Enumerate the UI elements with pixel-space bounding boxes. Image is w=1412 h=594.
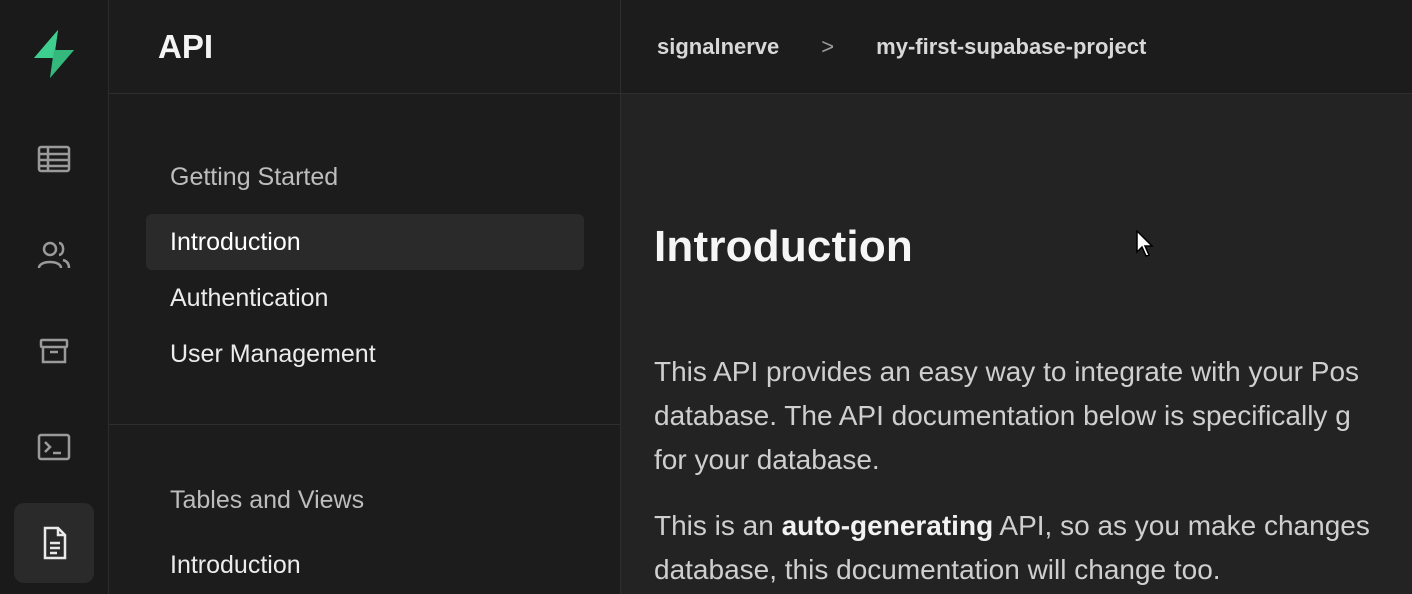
breadcrumb: signalnerve > my-first-supabase-project [621,0,1412,94]
intro-line-2: database. The API documentation below is… [654,400,1351,431]
supabase-logo-icon[interactable] [28,28,80,80]
para2-prefix: This is an [654,510,782,541]
auto-generating-paragraph: This is an auto-generating API, so as yo… [654,504,1412,592]
para2-bold: auto-generating [781,510,994,541]
menu-header: API [109,0,620,94]
mouse-cursor-icon [1136,230,1154,257]
group-title-tables-and-views: Tables and Views [170,486,365,514]
rail-storage-button[interactable] [14,311,94,391]
table-icon [37,145,71,173]
rail-table-editor-button[interactable] [14,119,94,199]
para2-line-2: database, this documentation will change… [654,554,1221,585]
menu-divider [109,424,620,425]
users-icon [37,241,71,269]
page-title: Introduction [654,222,914,271]
breadcrumb-project[interactable]: my-first-supabase-project [876,34,1146,60]
intro-paragraph: This API provides an easy way to integra… [654,350,1412,482]
breadcrumb-org[interactable]: signalnerve [657,34,779,60]
icon-rail [0,0,109,594]
para2-suffix: API, so as you make changes [993,510,1370,541]
chevron-right-icon: > [821,33,835,59]
menu-item-authentication[interactable]: Authentication [146,270,584,326]
rail-api-docs-button[interactable] [14,503,94,583]
intro-line-3: for your database. [654,444,880,475]
rail-sql-editor-button[interactable] [14,407,94,487]
main-content-area: signalnerve > my-first-supabase-project … [621,0,1412,594]
menu-title: API [158,27,214,65]
group-title-getting-started: Getting Started [170,163,339,191]
doc-content: Introduction This API provides an easy w… [654,222,1412,592]
menu-item-tables-introduction[interactable]: Introduction [146,537,584,593]
api-docs-menu: API Getting Started Introduction Authent… [109,0,621,594]
menu-item-introduction[interactable]: Introduction [146,214,584,270]
rail-authentication-button[interactable] [14,215,94,295]
document-icon [43,526,67,560]
menu-item-user-management[interactable]: User Management [146,326,584,382]
intro-line-1: This API provides an easy way to integra… [654,356,1360,387]
archive-icon [39,338,69,364]
terminal-icon [37,433,71,461]
